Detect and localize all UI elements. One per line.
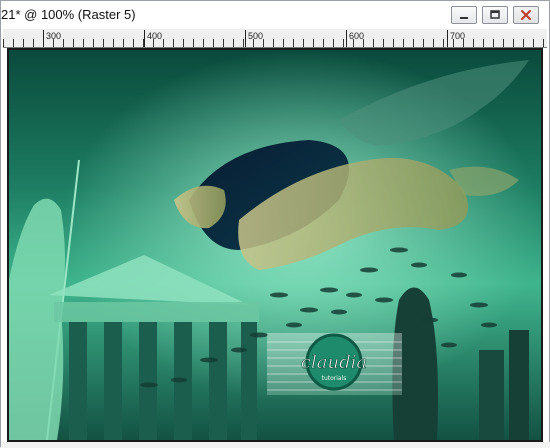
- window-title: 21* @ 100% (Raster 5): [1, 7, 136, 22]
- ruler-major-tick: [245, 30, 246, 47]
- ruler-major-tick: [144, 30, 145, 47]
- minimize-icon: [460, 17, 468, 19]
- title-bar[interactable]: 21* @ 100% (Raster 5): [1, 1, 549, 29]
- ruler-label: 400: [147, 31, 163, 41]
- ruler-label: 500: [248, 31, 264, 41]
- maximize-icon: [490, 10, 500, 19]
- ruler-ticks: [3, 39, 547, 47]
- ruler-major-tick: [43, 30, 44, 47]
- close-button[interactable]: [513, 6, 539, 24]
- document-window: 21* @ 100% (Raster 5) 300 400 500 600 70…: [0, 0, 550, 448]
- ruler-label: 700: [450, 31, 466, 41]
- minimize-button[interactable]: [451, 6, 477, 24]
- ruler-major-tick: [447, 30, 448, 47]
- window-bottom-edge: [1, 442, 550, 448]
- horizontal-ruler[interactable]: 300 400 500 600 700: [3, 29, 547, 48]
- ruler-label: 600: [349, 31, 365, 41]
- image-canvas[interactable]: claudia tutorials: [7, 48, 543, 442]
- maximize-button[interactable]: [482, 6, 508, 24]
- close-icon: [521, 10, 531, 20]
- ruler-major-tick: [346, 30, 347, 47]
- artwork: claudia tutorials: [9, 50, 541, 440]
- ruler-label: 300: [46, 31, 62, 41]
- watermark: claudia tutorials: [267, 333, 402, 395]
- watermark-text: claudia: [301, 352, 367, 373]
- watermark-subtext: tutorials: [322, 375, 347, 382]
